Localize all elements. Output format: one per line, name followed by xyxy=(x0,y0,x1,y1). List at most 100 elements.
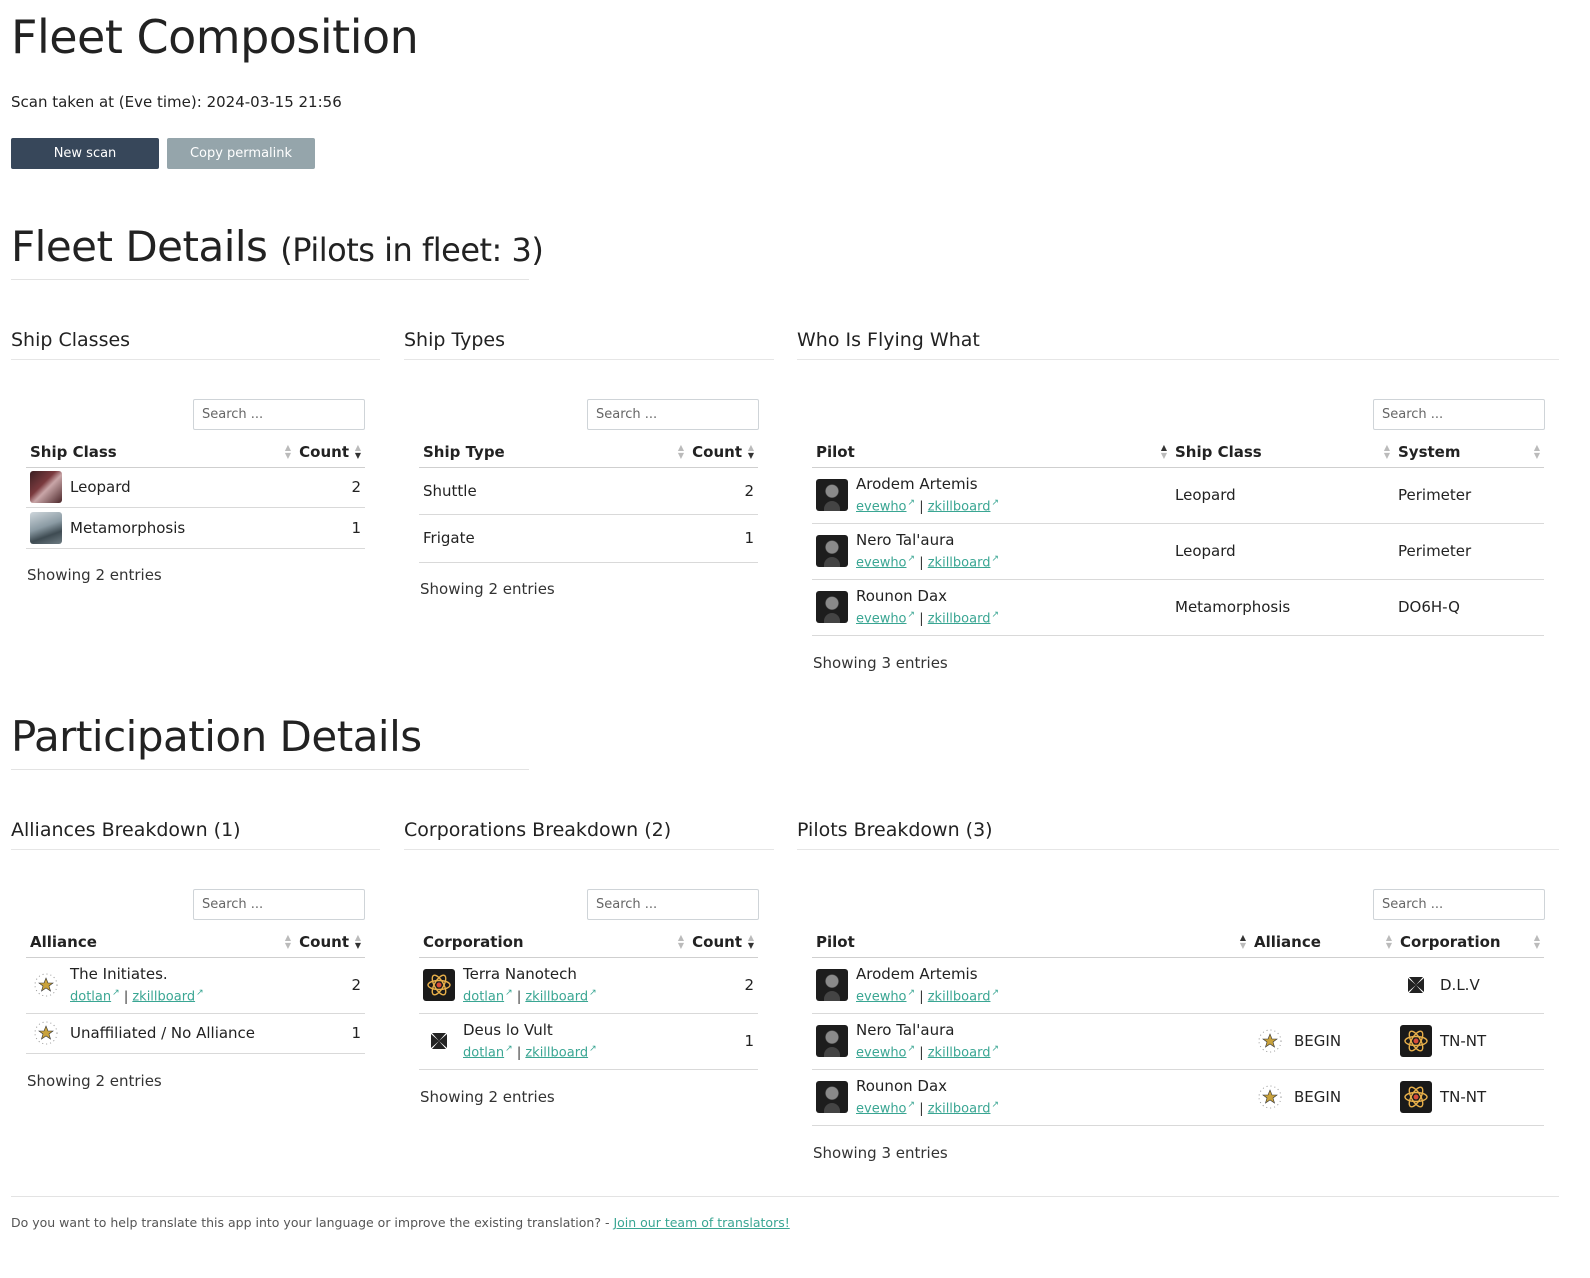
ship-types-search-input[interactable] xyxy=(587,399,759,430)
who-flying-table: Pilot ▲ ▼ Ship Class ▲ ▼ System ▲ ▼ Arodem Art… xyxy=(812,437,1544,636)
zkillboard-link[interactable]: zkillboard xyxy=(928,1101,991,1116)
zkillboard-link[interactable]: zkillboard xyxy=(928,555,991,570)
corporations-search-input[interactable] xyxy=(587,889,759,920)
ship-classes-search-input[interactable] xyxy=(193,399,365,430)
table-row: Rounon Dax evewho↗ | zkillboard↗ Metamor… xyxy=(812,579,1544,636)
corporation-ticker: D.L.V xyxy=(1440,976,1480,994)
ship-class-name: Metamorphosis xyxy=(70,518,186,537)
ship-class-value: Leopard xyxy=(1171,523,1394,580)
pilot-name: Rounon Dax xyxy=(856,586,948,605)
column-header-ship-type[interactable]: Ship Type ▲ ▼ xyxy=(419,437,688,468)
external-link-icon: ↗ xyxy=(991,553,1000,564)
alliances-title: Alliances Breakdown (1) xyxy=(11,816,380,850)
sort-desc-icon: ▲ ▼ xyxy=(354,933,361,950)
column-header-count[interactable]: Count ▲ ▼ xyxy=(688,437,758,468)
column-header-corporation[interactable]: Corporation ▲ ▼ xyxy=(419,927,688,958)
alliance-cell xyxy=(1250,957,1396,1014)
dotlan-link[interactable]: dotlan xyxy=(463,1045,504,1060)
external-link-icon: ↗ xyxy=(907,497,916,508)
alliance-count: 1 xyxy=(295,1013,365,1054)
who-flying-search-input[interactable] xyxy=(1373,399,1545,430)
corporations-table: Corporation ▲ ▼ Count ▲ ▼ Terra Nanotech dot… xyxy=(419,927,758,1070)
sort-icon: ▲ ▼ xyxy=(1533,933,1540,950)
ship-class-count: 2 xyxy=(295,467,365,508)
ship-classes-title: Ship Classes xyxy=(11,326,380,360)
external-link-icon: ↗ xyxy=(589,1043,597,1054)
external-link-icon: ↗ xyxy=(196,987,204,998)
table-row: Leopard 2 xyxy=(26,467,365,508)
evewho-link[interactable]: evewho xyxy=(856,1101,907,1116)
column-header-count[interactable]: Count ▲ ▼ xyxy=(688,927,758,958)
ship-class-name: Leopard xyxy=(70,478,131,496)
column-header-count[interactable]: Count ▲ ▼ xyxy=(295,927,365,958)
zkillboard-link[interactable]: zkillboard xyxy=(928,989,991,1004)
pilot-name: Nero Tal'aura xyxy=(856,1020,955,1039)
column-header-corporation[interactable]: Corporation ▲ ▼ xyxy=(1396,927,1544,958)
external-link-icon: ↗ xyxy=(991,609,1000,620)
who-flying-panel: Who Is Flying What xyxy=(797,326,1559,360)
sort-icon: ▲ ▼ xyxy=(284,443,291,460)
ship-classes-entries-info: Showing 2 entries xyxy=(27,566,162,584)
corporation-count: 2 xyxy=(688,957,758,1014)
column-header-ship-class[interactable]: Ship Class ▲ ▼ xyxy=(1171,437,1394,468)
table-row: Deus lo Vult dotlan↗ | zkillboard↗ 1 xyxy=(419,1013,758,1070)
evewho-link[interactable]: evewho xyxy=(856,499,907,514)
evewho-link[interactable]: evewho xyxy=(856,1045,907,1060)
column-header-count[interactable]: Count ▲ ▼ xyxy=(295,437,365,468)
ship-types-entries-info: Showing 2 entries xyxy=(420,580,555,598)
pilot-portrait xyxy=(816,590,848,623)
sort-icon: ▲ ▼ xyxy=(677,933,684,950)
evewho-link[interactable]: evewho xyxy=(856,989,907,1004)
column-header-alliance[interactable]: Alliance ▲ ▼ xyxy=(26,927,295,958)
column-header-alliance[interactable]: Alliance ▲ ▼ xyxy=(1250,927,1396,958)
external-link-icon: ↗ xyxy=(907,1099,916,1110)
zkillboard-link[interactable]: zkillboard xyxy=(132,989,195,1004)
pilot-portrait xyxy=(816,478,848,511)
zkillboard-link[interactable]: zkillboard xyxy=(525,1045,588,1060)
divider xyxy=(11,769,529,770)
zkillboard-link[interactable]: zkillboard xyxy=(928,1045,991,1060)
sort-icon: ▲ ▼ xyxy=(677,443,684,460)
evewho-link[interactable]: evewho xyxy=(856,555,907,570)
fleet-details-pilot-count: (Pilots in fleet: 3) xyxy=(280,231,544,269)
translators-link[interactable]: Join our team of translators! xyxy=(613,1215,789,1230)
external-link-icon: ↗ xyxy=(991,497,1000,508)
corporations-entries-info: Showing 2 entries xyxy=(420,1088,555,1106)
corporation-count: 1 xyxy=(688,1013,758,1070)
pilots-search-input[interactable] xyxy=(1373,889,1545,920)
dotlan-link[interactable]: dotlan xyxy=(463,989,504,1004)
cross-logo-icon xyxy=(423,1025,455,1057)
external-link-icon: ↗ xyxy=(991,1043,1000,1054)
alliance-ticker: BEGIN xyxy=(1294,1032,1342,1050)
footer-divider xyxy=(11,1196,1559,1197)
ship-classes-table: Ship Class ▲ ▼ Count ▲ ▼ Leopard 2 Metamorph… xyxy=(26,437,365,549)
zkillboard-link[interactable]: zkillboard xyxy=(928,499,991,514)
external-link-icon: ↗ xyxy=(907,987,916,998)
column-header-pilot[interactable]: Pilot ▲ ▼ xyxy=(812,437,1171,468)
new-scan-button[interactable]: New scan xyxy=(11,138,159,169)
fleet-details-heading: Fleet Details (Pilots in fleet: 3) xyxy=(11,222,544,271)
footer-text: Do you want to help translate this app i… xyxy=(11,1215,614,1230)
atom-logo-icon xyxy=(423,968,455,1001)
pilots-title: Pilots Breakdown (3) xyxy=(797,816,1559,850)
sort-icon: ▲ ▼ xyxy=(1385,933,1392,950)
ship-type-name: Shuttle xyxy=(419,467,688,515)
table-row: Rounon Dax evewho↗ | zkillboard↗ BEGIN T… xyxy=(812,1069,1544,1126)
table-row: Shuttle 2 xyxy=(419,467,758,515)
alliance-star-icon xyxy=(1254,1025,1286,1057)
copy-permalink-button[interactable]: Copy permalink xyxy=(167,138,315,169)
dotlan-link[interactable]: dotlan xyxy=(70,989,111,1004)
column-header-ship-class[interactable]: Ship Class ▲ ▼ xyxy=(26,437,295,468)
table-row: Unaffiliated / No Alliance 1 xyxy=(26,1013,365,1054)
alliances-search-input[interactable] xyxy=(193,889,365,920)
external-link-icon: ↗ xyxy=(907,609,916,620)
column-header-pilot[interactable]: Pilot ▲ ▼ xyxy=(812,927,1250,958)
zkillboard-link[interactable]: zkillboard xyxy=(928,611,991,626)
zkillboard-link[interactable]: zkillboard xyxy=(525,989,588,1004)
column-header-system[interactable]: System ▲ ▼ xyxy=(1394,437,1544,468)
alliance-name: The Initiates. xyxy=(70,964,168,983)
evewho-link[interactable]: evewho xyxy=(856,611,907,626)
table-row: Arodem Artemis evewho↗ | zkillboard↗ D.L… xyxy=(812,957,1544,1014)
external-link-icon: ↗ xyxy=(505,987,513,998)
pilot-name: Arodem Artemis xyxy=(856,474,978,493)
